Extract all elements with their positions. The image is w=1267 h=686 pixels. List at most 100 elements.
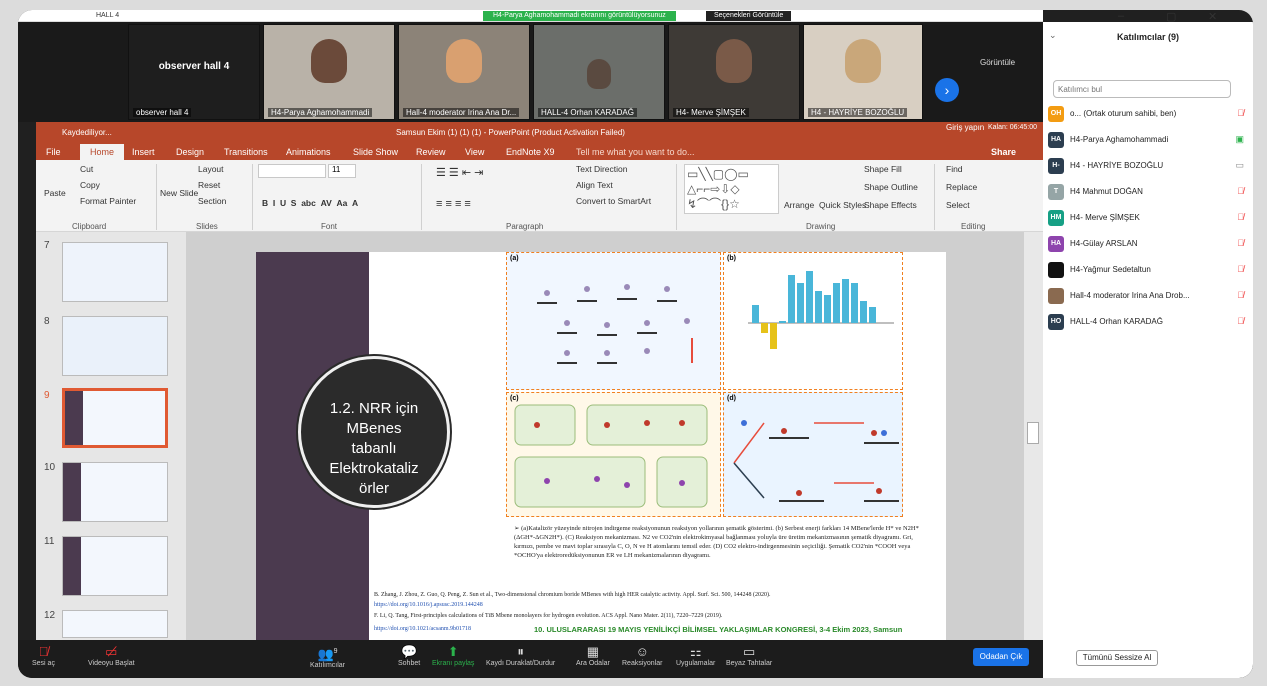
reset-button[interactable]: Reset <box>198 180 220 190</box>
align-text-button[interactable]: Align Text <box>576 180 613 190</box>
font-size-field[interactable]: 11 <box>328 164 356 178</box>
tell-me-search[interactable]: Tell me what you want to do... <box>576 144 695 160</box>
tab-animations[interactable]: Animations <box>286 144 331 160</box>
apps-icon: ⚏ <box>689 644 702 659</box>
participant-row[interactable]: Hall-4 moderator Irina Ana Drob... 🎙̸ <box>1048 286 1248 308</box>
title-line: Elektrokataliz <box>329 460 419 477</box>
share-screen-button[interactable]: ⬆ Ekranı paylaş <box>432 644 474 667</box>
video-tile[interactable]: Hall-4 moderator Irina Ana Dr... <box>398 24 530 120</box>
slide-title-circle: 1.2. NRR için MBenes tabanlı Elektrokata… <box>298 356 450 508</box>
tab-transitions[interactable]: Transitions <box>224 144 268 160</box>
unmute-button[interactable]: 🎙̸ Sesi aç <box>32 644 55 667</box>
congress-footer: 10. ULUSLARARASI 19 MAYIS YENİLİKÇİ BİLİ… <box>534 625 903 634</box>
apps-button[interactable]: ⚏ Uygulamalar <box>676 644 715 667</box>
participants-button[interactable]: 👥9 Katılımcılar <box>310 644 345 669</box>
cut-button[interactable]: Cut <box>80 164 93 174</box>
participant-row[interactable]: HM H4- Merve ŞİMŞEK 🎙̸ <box>1048 208 1248 230</box>
select-button[interactable]: Select <box>946 200 970 210</box>
next-page-arrow-icon[interactable]: › <box>935 78 959 102</box>
view-toggle[interactable]: Görüntüle <box>980 58 1015 67</box>
pause-record-button[interactable]: ⏸ Kaydı Duraklat/Durdur <box>486 644 555 667</box>
slide-thumbnail[interactable] <box>62 536 168 596</box>
view-options-button[interactable]: Seçenekleri Görüntüle <box>706 11 792 21</box>
tab-file[interactable]: File <box>46 144 61 160</box>
reference-link[interactable]: https://doi.org/10.1016/j.apsusc.2019.14… <box>374 602 483 608</box>
tab-view[interactable]: View <box>465 144 484 160</box>
video-tile[interactable]: observer hall 4 observer hall 4 <box>128 24 260 120</box>
font-name-field[interactable] <box>258 164 326 178</box>
video-strip: observer hall 4 observer hall 4 H4-Parya… <box>18 22 1043 122</box>
participant-row[interactable]: T H4 Mahmut DOĞAN 🎙̸ <box>1048 182 1248 204</box>
replace-button[interactable]: Replace <box>946 182 977 192</box>
avatar: HA <box>1048 236 1064 252</box>
video-tile[interactable]: H4 - HAYRİYE BOZOĞLU <box>803 24 923 120</box>
tab-design[interactable]: Design <box>176 144 204 160</box>
whiteboards-label: Beyaz Tahtalar <box>726 660 773 667</box>
chat-button[interactable]: 💬 Sohbet <box>398 644 420 667</box>
participant-row[interactable]: HO HALL-4 Orhan KARADAĞ 🎙̸ <box>1048 312 1248 334</box>
paste-button[interactable]: Paste <box>44 188 66 198</box>
figure-label: (b) <box>727 255 736 262</box>
figure-panel-a: (a) <box>506 252 721 390</box>
editing-group-label: Editing <box>961 222 986 231</box>
shape-fill-button[interactable]: Shape Fill <box>864 164 902 174</box>
start-video-label: Videoyu Başlat <box>88 660 135 667</box>
shape-effects-button[interactable]: Shape Effects <box>864 200 917 210</box>
list-buttons[interactable]: ☰ ☰ ⇤ ⇥ <box>436 166 483 179</box>
participant-video <box>311 39 347 83</box>
slide-thumbnail[interactable] <box>62 242 168 302</box>
mute-all-button[interactable]: Tümünü Sessize Al <box>1076 650 1158 666</box>
video-tile[interactable]: H4- Merve ŞİMŞEK <box>668 24 800 120</box>
section-button[interactable]: Section <box>198 196 226 206</box>
current-slide[interactable]: 1.2. NRR için MBenes tabanlı Elektrokata… <box>256 252 946 640</box>
alignment-buttons[interactable]: ≡ ≡ ≡ ≡ <box>436 198 471 210</box>
breakout-rooms-button[interactable]: ▦ Ara Odalar <box>576 644 610 667</box>
signin-link[interactable]: Giriş yapın <box>946 117 984 139</box>
participant-row[interactable]: HA H4-Gülay ARSLAN 🎙̸ <box>1048 234 1248 256</box>
chat-label: Sohbet <box>398 660 421 667</box>
slide-number: 9 <box>44 390 50 401</box>
find-button[interactable]: Find <box>946 164 963 174</box>
reactions-button[interactable]: ☺ Reaksiyonlar <box>622 644 662 667</box>
participant-row[interactable]: HA H4-Parya Aghamohammadi ▣ <box>1048 130 1248 152</box>
participant-row[interactable]: H- H4 - HAYRİYE BOZOĞLU ▭ <box>1048 156 1248 178</box>
tab-review[interactable]: Review <box>416 144 446 160</box>
leave-meeting-button[interactable]: Odadan Çık <box>973 648 1029 666</box>
scrollbar-thumb[interactable] <box>1027 422 1039 444</box>
quick-styles-button[interactable]: Quick Styles <box>819 200 866 210</box>
participant-row[interactable]: OH o... (Ortak oturum sahibi, ben) 🎙̸ <box>1048 104 1248 126</box>
tab-insert[interactable]: Insert <box>132 144 155 160</box>
copy-button[interactable]: Copy <box>80 180 100 190</box>
tab-slideshow[interactable]: Slide Show <box>353 144 398 160</box>
video-tile[interactable]: H4-Parya Aghamohammadi <box>263 24 395 120</box>
participant-row[interactable]: H4-Yağmur Sedetaltun 🎙̸ <box>1048 260 1248 282</box>
shapes-gallery[interactable]: ▭╲╲▢◯▭ △⌐⌐⇨⇩◇ ↯⌒⌒{}☆ <box>684 164 779 214</box>
participant-search-input[interactable] <box>1053 80 1231 98</box>
slide-thumbnail-selected[interactable] <box>62 388 168 448</box>
tab-home[interactable]: Home <box>80 144 125 160</box>
arrange-button[interactable]: Arrange <box>784 200 814 210</box>
participant-video <box>845 39 881 83</box>
share-button[interactable]: Share <box>991 144 1016 160</box>
convert-smartart-button[interactable]: Convert to SmartArt <box>576 196 651 206</box>
reactions-label: Reaksiyonlar <box>622 660 663 667</box>
bold-italic-underline-buttons[interactable]: B I U S abc AV Aa A <box>262 198 358 208</box>
layout-button[interactable]: Layout <box>198 164 224 174</box>
reference-link[interactable]: https://doi.org/10.1021/acsanm.9b01718 <box>374 626 471 632</box>
minimize-button[interactable]: – <box>1118 10 1124 22</box>
slide-thumbnail[interactable] <box>62 462 168 522</box>
tile-name: Hall-4 moderator Irina Ana Dr... <box>403 108 520 117</box>
start-video-button[interactable]: ▭̸ Videoyu Başlat <box>88 644 135 667</box>
text-direction-button[interactable]: Text Direction <box>576 164 628 174</box>
meeting-timer: Kalan: 06:45:00 <box>988 124 1038 131</box>
slide-number: 12 <box>44 610 56 621</box>
format-painter-button[interactable]: Format Painter <box>80 196 136 206</box>
slide-thumbnail[interactable] <box>62 610 168 638</box>
video-tile[interactable]: HALL-4 Orhan KARADAĞ <box>533 24 665 120</box>
vertical-scrollbar[interactable] <box>1024 232 1043 640</box>
new-slide-button[interactable]: New Slide <box>160 188 198 198</box>
shape-outline-button[interactable]: Shape Outline <box>864 182 918 192</box>
whiteboards-button[interactable]: ▭ Beyaz Tahtalar <box>726 644 772 667</box>
slide-thumbnail[interactable] <box>62 316 168 376</box>
tab-endnote[interactable]: EndNote X9 <box>506 144 555 160</box>
